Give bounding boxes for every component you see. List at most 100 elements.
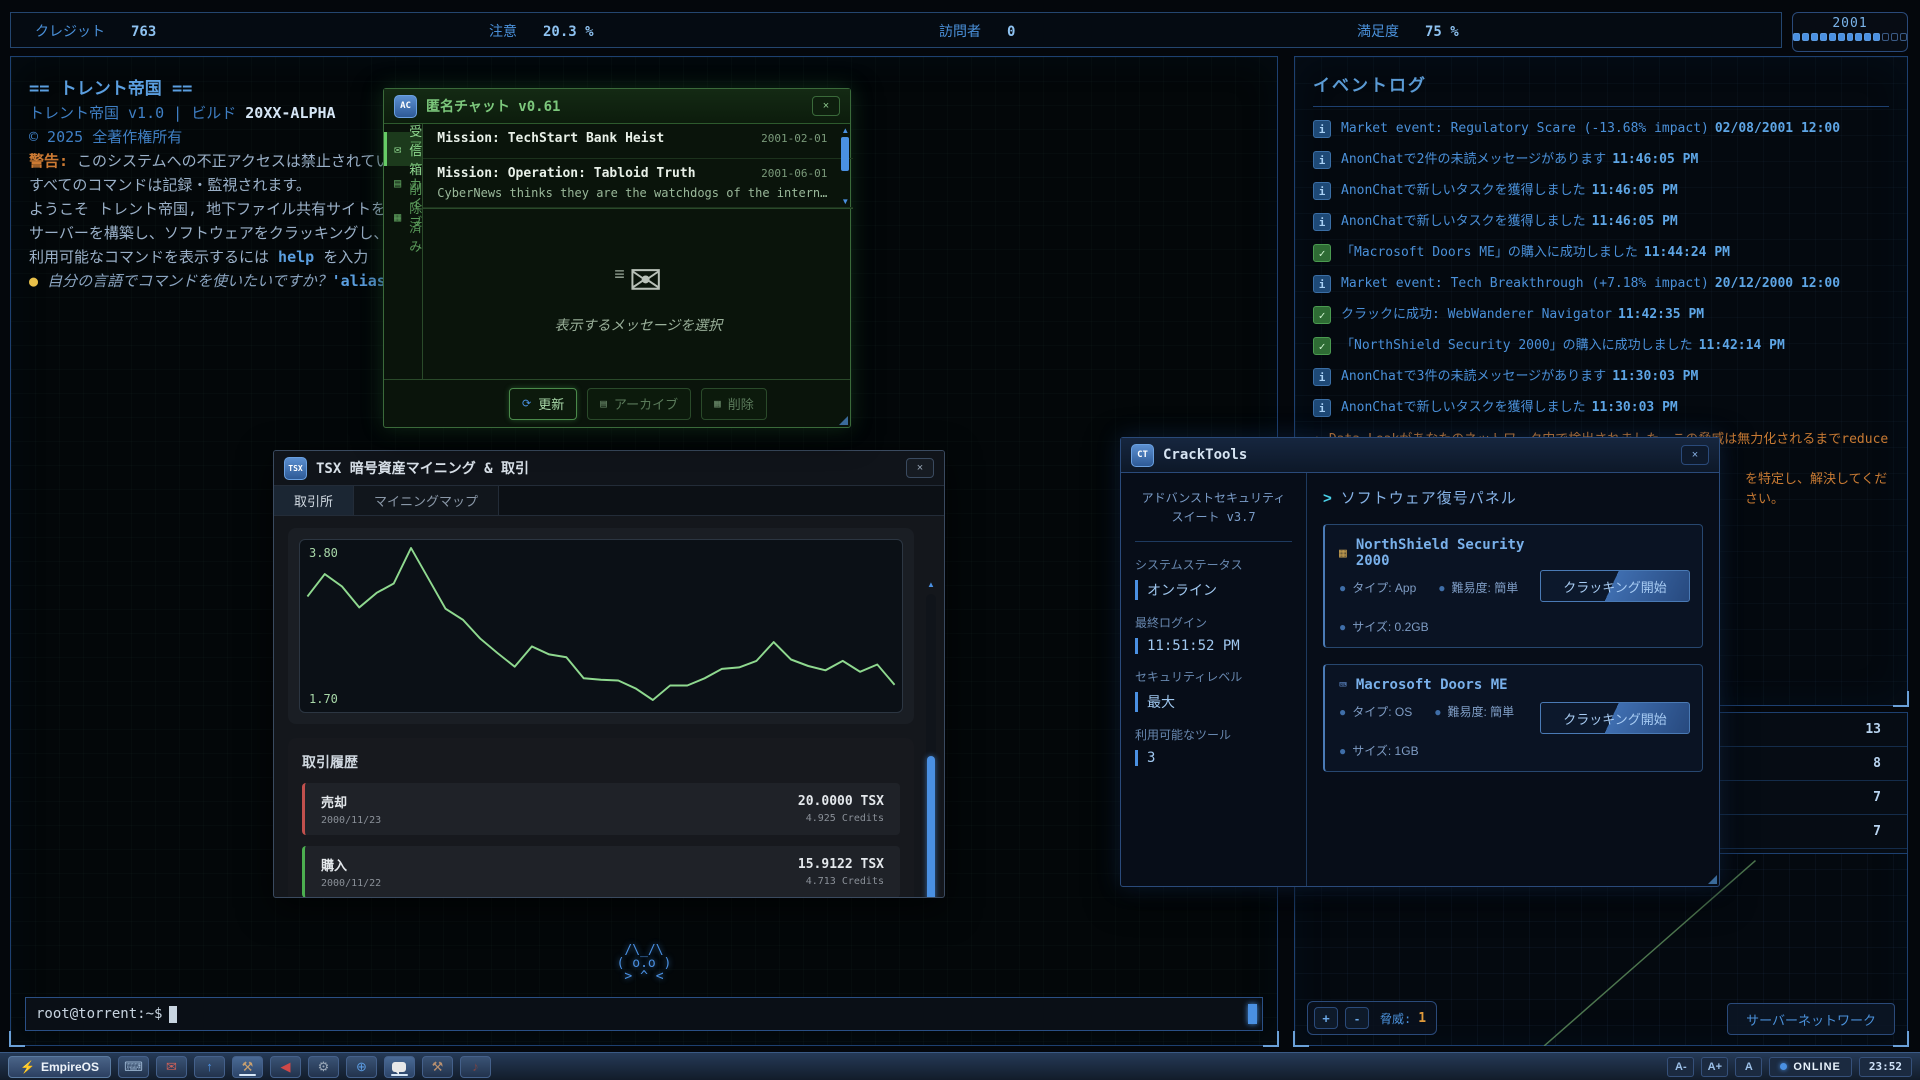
price-chart: 3.80 1.70 (299, 539, 903, 713)
trade-date: 2000/11/22 (321, 878, 382, 889)
event-time: 11:46:05 PM (1612, 152, 1699, 167)
taskbar-chat-bubble-icon[interactable] (383, 1055, 415, 1078)
message-empty-state: ≡ ✉ 表示するメッセージを選択 (423, 209, 853, 379)
scroll-up-icon[interactable]: ▲ (841, 126, 849, 135)
event-time: 11:42:14 PM (1698, 338, 1785, 353)
event-message: AnonChatで新しいタスクを獲得しました 11:30:03 PM (1341, 400, 1678, 415)
trade-credits: 4.713 Credits (805, 876, 884, 887)
sidebar-item-label: 削除済み (409, 183, 423, 255)
bullet-icon: ● (1438, 581, 1446, 595)
taskbar-music-icon[interactable]: ♪ (459, 1055, 491, 1078)
megaphone-icon: ◀ (280, 1058, 291, 1074)
taskbar-upload-icon[interactable]: ↑ (193, 1055, 225, 1078)
terminal-input[interactable]: root@torrent:~$ (25, 997, 1263, 1031)
bullet-icon: ● (1339, 705, 1347, 719)
anonchat-app-icon: AC (394, 94, 417, 118)
info-icon: i (1313, 120, 1331, 138)
zoom-in-button[interactable]: + (1314, 1007, 1338, 1029)
lightning-icon: ⚡ (20, 1059, 35, 1074)
anonchat-title: 匿名チャット v0.61 (426, 99, 561, 115)
success-check-icon: ✓ (1313, 337, 1331, 355)
font-increase-button[interactable]: A+ (1701, 1056, 1729, 1077)
mission-date: 2001-06-01 (761, 167, 828, 180)
cracktools-close-button[interactable]: × (1681, 445, 1709, 465)
threat-value: 1 (1418, 1010, 1427, 1026)
visitors-value: 0 (1007, 24, 1016, 40)
taskbar-terminal-icon[interactable]: ⌨ (117, 1055, 149, 1078)
tsx-tabs: 取引所 マイニングマップ (274, 486, 944, 516)
button-icon: ▦ (714, 397, 721, 410)
scroll-down-icon[interactable]: ▼ (927, 893, 935, 897)
mission-list-item[interactable]: Mission: Operation: Tabloid Truth 2001-06… (423, 159, 854, 208)
mission-date: 2001-02-01 (761, 132, 828, 145)
trade-history-card: 取引履歴 売却 2000/11/23 20.0000 TSX 4.925 Credit… (288, 738, 914, 897)
resize-handle[interactable] (1708, 875, 1717, 884)
start-button[interactable]: ⚡ EmpireOS (8, 1055, 111, 1078)
tab-exchange[interactable]: 取引所 (274, 486, 355, 515)
アーカイブ-button[interactable]: ▤ アーカイブ (587, 387, 692, 420)
mission-list-item[interactable]: Mission: TechStart Bank Heist 2001-02-01 (423, 124, 854, 159)
system-stat-label: 最終ログイン (1135, 616, 1208, 631)
font-decrease-button[interactable]: A- (1667, 1056, 1695, 1077)
scroll-up-icon[interactable]: ▲ (927, 580, 935, 589)
year-progress-squares (1793, 33, 1907, 41)
online-status: ONLINE (1769, 1056, 1852, 1077)
taskbar-globe-icon[interactable]: ⊕ (345, 1055, 377, 1078)
start-button-label: EmpireOS (40, 1059, 99, 1074)
taskbar-gear-icon[interactable]: ⚙ (307, 1055, 339, 1078)
hammer-icon: ⚒ (241, 1058, 254, 1074)
message-list-scrollbar[interactable]: ▲ ▼ (839, 126, 851, 206)
side-stat-value: 13 (1865, 722, 1881, 737)
server-network-button[interactable]: サーバーネットワーク (1727, 1003, 1895, 1035)
software-card: ⌨ Macrosoft Doors ME ● タイプ: OS ● 難易度: 簡単 ● サイズ:… (1323, 664, 1703, 772)
tsx-titlebar[interactable]: TSX TSX 暗号資産マイニング & 取引 × (274, 451, 944, 486)
software-name: Macrosoft Doors ME (1355, 677, 1508, 693)
tsx-close-button[interactable]: × (906, 458, 934, 478)
info-icon: i (1313, 368, 1331, 386)
system-stat-value: オンライン (1135, 580, 1292, 601)
globe-icon: ⊕ (356, 1058, 367, 1074)
start-cracking-button[interactable]: クラッキング開始 (1540, 570, 1690, 602)
event-message: 「Macrosoft Doors ME」の購入に成功しました 11:44:24 P… (1341, 245, 1730, 260)
ascii-cat-art: /\_/\ ( o.o ) > ^ < (616, 943, 672, 984)
scrollbar-thumb[interactable] (927, 756, 935, 897)
anonchat-close-button[interactable]: × (812, 96, 840, 116)
side-stat-value: 7 (1873, 790, 1881, 805)
software-icon: ⌨ (1339, 677, 1347, 693)
visitors-stat: 訪問者 0 (939, 21, 1015, 41)
resize-handle[interactable] (839, 416, 848, 425)
taskbar-mailbox-icon[interactable]: ✉ (155, 1055, 187, 1078)
price-chart-card: 3.80 1.70 (288, 528, 914, 724)
attention-stat: 注意 20.3 % (489, 21, 594, 41)
cracktools-titlebar[interactable]: CT CrackTools × (1121, 438, 1719, 473)
decrypt-panel-title: > ソフトウェア復号パネル (1323, 490, 1517, 507)
削除-button[interactable]: ▦ 削除 (701, 387, 767, 420)
year-square (1828, 33, 1836, 41)
tsx-content: 3.80 1.70 取引履歴 売却 2000/11/23 20.0000 TSX 4.… (274, 516, 944, 897)
mission-preview: CyberNews thinks they are the watchdogs … (437, 186, 828, 200)
anonchat-titlebar[interactable]: AC 匿名チャット v0.61 × (384, 89, 850, 124)
visitors-label: 訪問者 (939, 24, 981, 40)
sidebar-item-削除済み[interactable]: ▦ 削除済み (384, 183, 422, 255)
year-square (1837, 33, 1845, 41)
font-reset-button[interactable]: A (1735, 1056, 1763, 1077)
attention-value: 20.3 % (543, 24, 594, 40)
taskbar-megaphone-icon[interactable]: ◀ (269, 1055, 301, 1078)
scroll-down-icon[interactable]: ▼ (841, 197, 849, 206)
threat-label: 脅威: (1380, 1011, 1412, 1026)
tab-mining-map[interactable]: マイニングマップ (354, 486, 500, 515)
music-icon: ♪ (472, 1059, 479, 1074)
event-time: 02/08/2001 12:00 (1714, 121, 1841, 136)
zoom-out-button[interactable]: - (1345, 1007, 1369, 1029)
software-stat: ● サイズ: 1GB (1339, 744, 1419, 758)
satisfaction-label: 満足度 (1357, 24, 1399, 40)
taskbar-hammer-icon[interactable]: ⚒ (231, 1055, 263, 1078)
terminal-cursor (169, 1005, 178, 1023)
scrollbar-thumb[interactable] (841, 137, 850, 171)
info-icon: i (1313, 182, 1331, 200)
event-time: 11:30:03 PM (1612, 369, 1699, 384)
更新-button[interactable]: ⟳ 更新 (509, 387, 578, 420)
taskbar-pickaxe-icon[interactable]: ⚒ (421, 1055, 453, 1078)
tsx-scrollbar[interactable]: ▲ ▼ (926, 580, 936, 897)
start-cracking-button[interactable]: クラッキング開始 (1540, 702, 1690, 734)
